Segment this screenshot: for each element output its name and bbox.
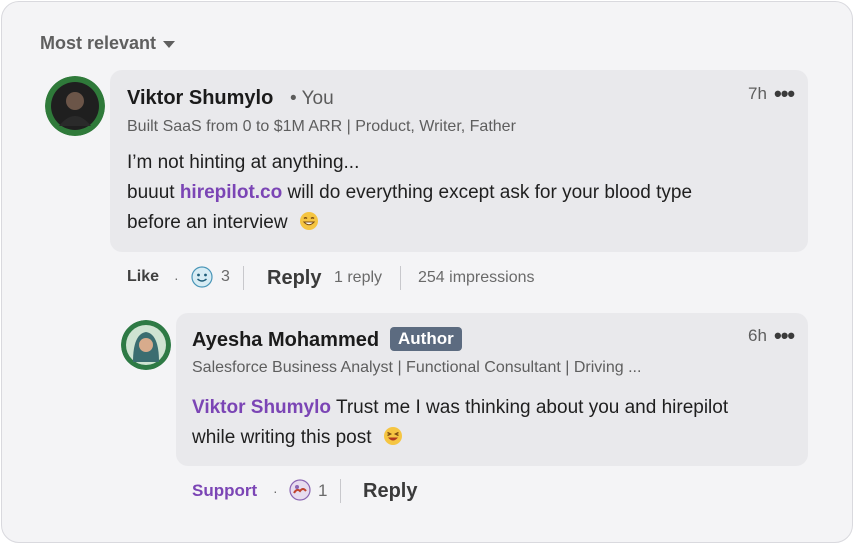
reply-button[interactable]: Reply — [363, 480, 417, 503]
divider — [243, 266, 244, 290]
comment-author-name[interactable]: Viktor Shumylo — [127, 87, 273, 110]
author-badge: Author — [390, 327, 462, 351]
caret-down-icon — [163, 41, 176, 48]
laugh-emoji-icon — [383, 427, 402, 445]
comments-card: Most relevant Viktor Shumylo • You 7h ••… — [1, 1, 853, 543]
comment-author-headline: Built SaaS from 0 to $1M ARR | Product, … — [127, 118, 516, 135]
reply-line-2: while writing this post — [192, 423, 797, 453]
reaction-count[interactable]: 1 — [318, 481, 327, 501]
comment-line-3: before an interview — [127, 208, 797, 238]
reply-text-end: while writing this post — [192, 427, 372, 448]
reply-author-name[interactable]: Ayesha Mohammed — [192, 329, 379, 352]
comment-text: I’m not hinting at anything... buuut hir… — [127, 148, 797, 238]
reaction-icon[interactable] — [191, 266, 213, 288]
divider — [340, 479, 341, 503]
more-icon[interactable]: ••• — [774, 83, 795, 105]
like-button[interactable]: Like — [127, 268, 159, 286]
reply-line-1: Viktor Shumylo Trust me I was thinking a… — [192, 393, 797, 423]
reaction-count[interactable]: 3 — [221, 268, 230, 286]
reply-time: 6h — [748, 326, 767, 345]
reply-text-rest: Trust me I was thinking about you and hi… — [331, 397, 729, 418]
support-reaction-icon[interactable] — [289, 479, 311, 501]
reply-button[interactable]: Reply — [267, 267, 321, 290]
mention-link[interactable]: Viktor Shumylo — [192, 397, 331, 418]
comment-text-pre: buuut — [127, 182, 180, 203]
you-label: • You — [290, 88, 334, 109]
comment-text-end: before an interview — [127, 212, 288, 233]
divider — [400, 266, 401, 290]
hirepilot-link[interactable]: hirepilot.co — [180, 182, 282, 203]
more-icon[interactable]: ••• — [774, 325, 795, 347]
comment-line-2: buuut hirepilot.co will do everything ex… — [127, 178, 797, 208]
avatar[interactable] — [121, 320, 171, 370]
comment-text-post: will do everything except ask for your b… — [282, 182, 693, 203]
reply-author-headline: Salesforce Business Analyst | Functional… — [192, 359, 642, 376]
comment-time: 7h — [748, 84, 767, 103]
comment-line-1: I’m not hinting at anything... — [127, 152, 360, 173]
reply-text: Viktor Shumylo Trust me I was thinking a… — [192, 393, 797, 453]
action-dot: · — [174, 270, 179, 286]
avatar[interactable] — [45, 76, 105, 136]
sort-label: Most relevant — [40, 33, 157, 53]
grin-emoji-icon — [299, 212, 318, 230]
support-button[interactable]: Support — [192, 481, 257, 501]
reply-count[interactable]: 1 reply — [334, 269, 382, 287]
action-dot: · — [273, 483, 278, 499]
impressions-count[interactable]: 254 impressions — [418, 269, 535, 287]
sort-dropdown[interactable]: Most relevant — [40, 33, 176, 54]
